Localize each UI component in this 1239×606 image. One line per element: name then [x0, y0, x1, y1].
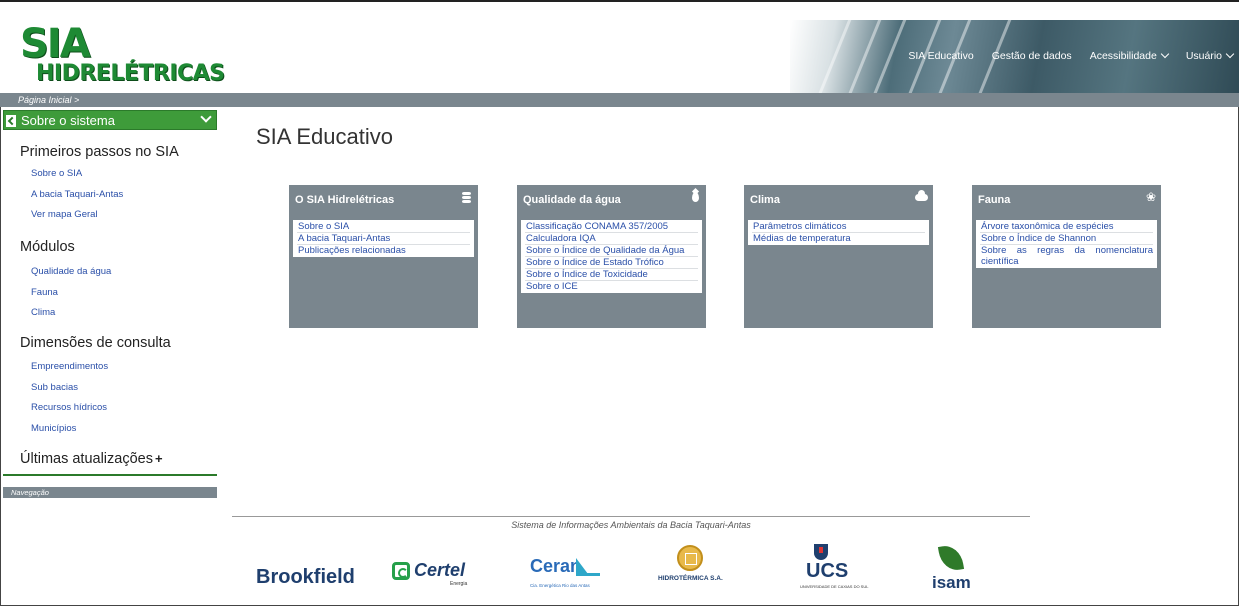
- plus-icon[interactable]: +: [155, 451, 163, 466]
- certel-text: Certel: [414, 560, 466, 580]
- collapse-left-icon[interactable]: [6, 115, 16, 127]
- nav-acessibilidade[interactable]: Acessibilidade: [1089, 49, 1170, 62]
- nav-acessibilidade-label: Acessibilidade: [1089, 50, 1157, 62]
- certel-sub: Energia: [450, 581, 468, 587]
- card-link[interactable]: Classificação CONAMA 357/2005: [525, 221, 698, 233]
- navigation-label: Navegação: [11, 488, 49, 497]
- chevron-down-icon: [1225, 49, 1235, 59]
- ceran-logo: Ceran Cia. Energética Rio das Antas: [530, 556, 610, 596]
- nav-usuario[interactable]: Usuário: [1185, 49, 1235, 62]
- card-links: Árvore taxonômica de espécies Sobre o Ín…: [976, 220, 1157, 268]
- card-link[interactable]: Sobre o ICE: [525, 281, 698, 292]
- hidrotermica-logo: HIDROTÉRMICA S.A.: [658, 545, 723, 597]
- ceran-text: Ceran: [530, 556, 582, 576]
- sidebar-link-bacia[interactable]: A bacia Taquari-Antas: [31, 189, 123, 200]
- ceran-mark-icon: [576, 558, 588, 574]
- nav-gestao-dados[interactable]: Gestão de dados: [992, 50, 1072, 62]
- section-title-ultimas: Últimas atualizações: [20, 451, 153, 467]
- section-title-modulos: Módulos: [20, 239, 75, 255]
- database-icon: [462, 192, 471, 204]
- card-link[interactable]: Calculadora IQA: [525, 233, 698, 245]
- isam-text: isam: [932, 573, 971, 592]
- card-links: Parâmetros climáticos Médias de temperat…: [748, 220, 929, 245]
- chevron-down-icon: [200, 111, 212, 123]
- ucs-sub: UNIVERSIDADE DE CAXIAS DO SUL: [800, 584, 869, 589]
- brookfield-logo: Brookfield: [256, 566, 355, 588]
- card-link[interactable]: Publicações relacionadas: [297, 245, 470, 256]
- card-title: Qualidade da água: [523, 194, 621, 206]
- ucs-shield-icon: [814, 544, 828, 560]
- header: SIA HIDRELÉTRICAS SIA Educativo Gestão d…: [0, 0, 1239, 95]
- hidrotermica-text: HIDROTÉRMICA S.A.: [658, 575, 723, 582]
- system-menu-label: Sobre o sistema: [21, 113, 115, 128]
- paw-icon: ❀: [1145, 190, 1156, 204]
- breadcrumb[interactable]: Página Inicial >: [18, 93, 79, 107]
- section-title-dimensoes: Dimensões de consulta: [20, 335, 171, 351]
- certel-mark-icon: [392, 562, 410, 580]
- sidebar-link-fauna[interactable]: Fauna: [31, 287, 58, 298]
- nav-usuario-label: Usuário: [1185, 50, 1222, 62]
- nav-sia-educativo[interactable]: SIA Educativo: [908, 50, 973, 62]
- navigation-bar: Navegação: [3, 487, 217, 498]
- header-banner: SIA Educativo Gestão de dados Acessibili…: [790, 20, 1239, 95]
- section-title-primeiros-passos: Primeiros passos no SIA: [20, 144, 179, 160]
- card-fauna: Fauna ❀ Árvore taxonômica de espécies So…: [972, 185, 1161, 328]
- sidebar: Sobre o sistema Primeiros passos no SIA …: [0, 107, 218, 498]
- card-title: Clima: [750, 194, 780, 206]
- card-link[interactable]: Sobre o Índice de Estado Trófico: [525, 257, 698, 269]
- chevron-down-icon: [1160, 49, 1170, 59]
- sidebar-link-recursos-hidricos[interactable]: Recursos hídricos: [31, 402, 107, 413]
- card-sia-hidreletricas: O SIA Hidrelétricas Sobre o SIA A bacia …: [289, 185, 478, 328]
- system-menu-button[interactable]: Sobre o sistema: [3, 110, 217, 130]
- card-link[interactable]: Sobre o Índice de Toxicidade: [525, 269, 698, 281]
- card-link[interactable]: Parâmetros climáticos: [752, 221, 925, 233]
- card-clima: Clima Parâmetros climáticos Médias de te…: [744, 185, 933, 328]
- ucs-logo: UCS UNIVERSIDADE DE CAXIAS DO SUL: [800, 544, 868, 596]
- card-link[interactable]: Árvore taxonômica de espécies: [980, 221, 1153, 233]
- sidebar-link-sub-bacias[interactable]: Sub bacias: [31, 382, 78, 393]
- sidebar-link-clima[interactable]: Clima: [31, 307, 55, 318]
- footer-text: Sistema de Informações Ambientais da Bac…: [511, 520, 751, 530]
- top-nav: SIA Educativo Gestão de dados Acessibili…: [908, 49, 1239, 62]
- card-link[interactable]: Sobre as regras da nomenclatura científi…: [980, 245, 1153, 267]
- page-title: SIA Educativo: [256, 124, 393, 149]
- logo-bottom: HIDRELÉTRICAS: [36, 61, 225, 86]
- card-title: O SIA Hidrelétricas: [295, 194, 395, 206]
- ucs-text: UCS: [806, 560, 849, 582]
- sidebar-link-municipios[interactable]: Municípios: [31, 423, 76, 434]
- card-link[interactable]: A bacia Taquari-Antas: [297, 233, 470, 245]
- sidebar-divider: [3, 474, 217, 476]
- logo-top: SIA: [20, 21, 91, 67]
- card-link[interactable]: Sobre o SIA: [297, 221, 470, 233]
- hidrotermica-mark-icon: [677, 545, 703, 571]
- breadcrumb-bar: Página Inicial >: [0, 93, 1239, 107]
- leaf-icon: [937, 543, 965, 573]
- card-links: Classificação CONAMA 357/2005 Calculador…: [521, 220, 702, 293]
- ceran-sub: Cia. Energética Rio das Antas: [530, 583, 590, 588]
- card-links: Sobre o SIA A bacia Taquari-Antas Public…: [293, 220, 474, 257]
- card-link[interactable]: Sobre o Índice de Shannon: [980, 233, 1153, 245]
- sia-logo[interactable]: SIA HIDRELÉTRICAS: [20, 21, 225, 94]
- card-link[interactable]: Médias de temperatura: [752, 233, 925, 244]
- certel-logo: Certel Energia: [392, 560, 477, 595]
- sidebar-link-mapa-geral[interactable]: Ver mapa Geral: [31, 209, 98, 220]
- card-link[interactable]: Sobre o Índice de Qualidade da Água: [525, 245, 698, 257]
- section-ultimas-atualizacoes[interactable]: Últimas atualizações +: [20, 451, 163, 467]
- card-qualidade-agua: Qualidade da água Classificação CONAMA 3…: [517, 185, 706, 328]
- footer-divider: [232, 516, 1030, 517]
- water-drop-icon: [692, 192, 699, 202]
- sidebar-link-qualidade-agua[interactable]: Qualidade da água: [31, 266, 111, 277]
- isam-logo: isam: [926, 543, 976, 597]
- cloud-icon: [915, 190, 928, 201]
- sidebar-link-sobre-sia[interactable]: Sobre o SIA: [31, 168, 82, 179]
- card-title: Fauna: [978, 194, 1011, 206]
- sidebar-link-empreendimentos[interactable]: Empreendimentos: [31, 361, 108, 372]
